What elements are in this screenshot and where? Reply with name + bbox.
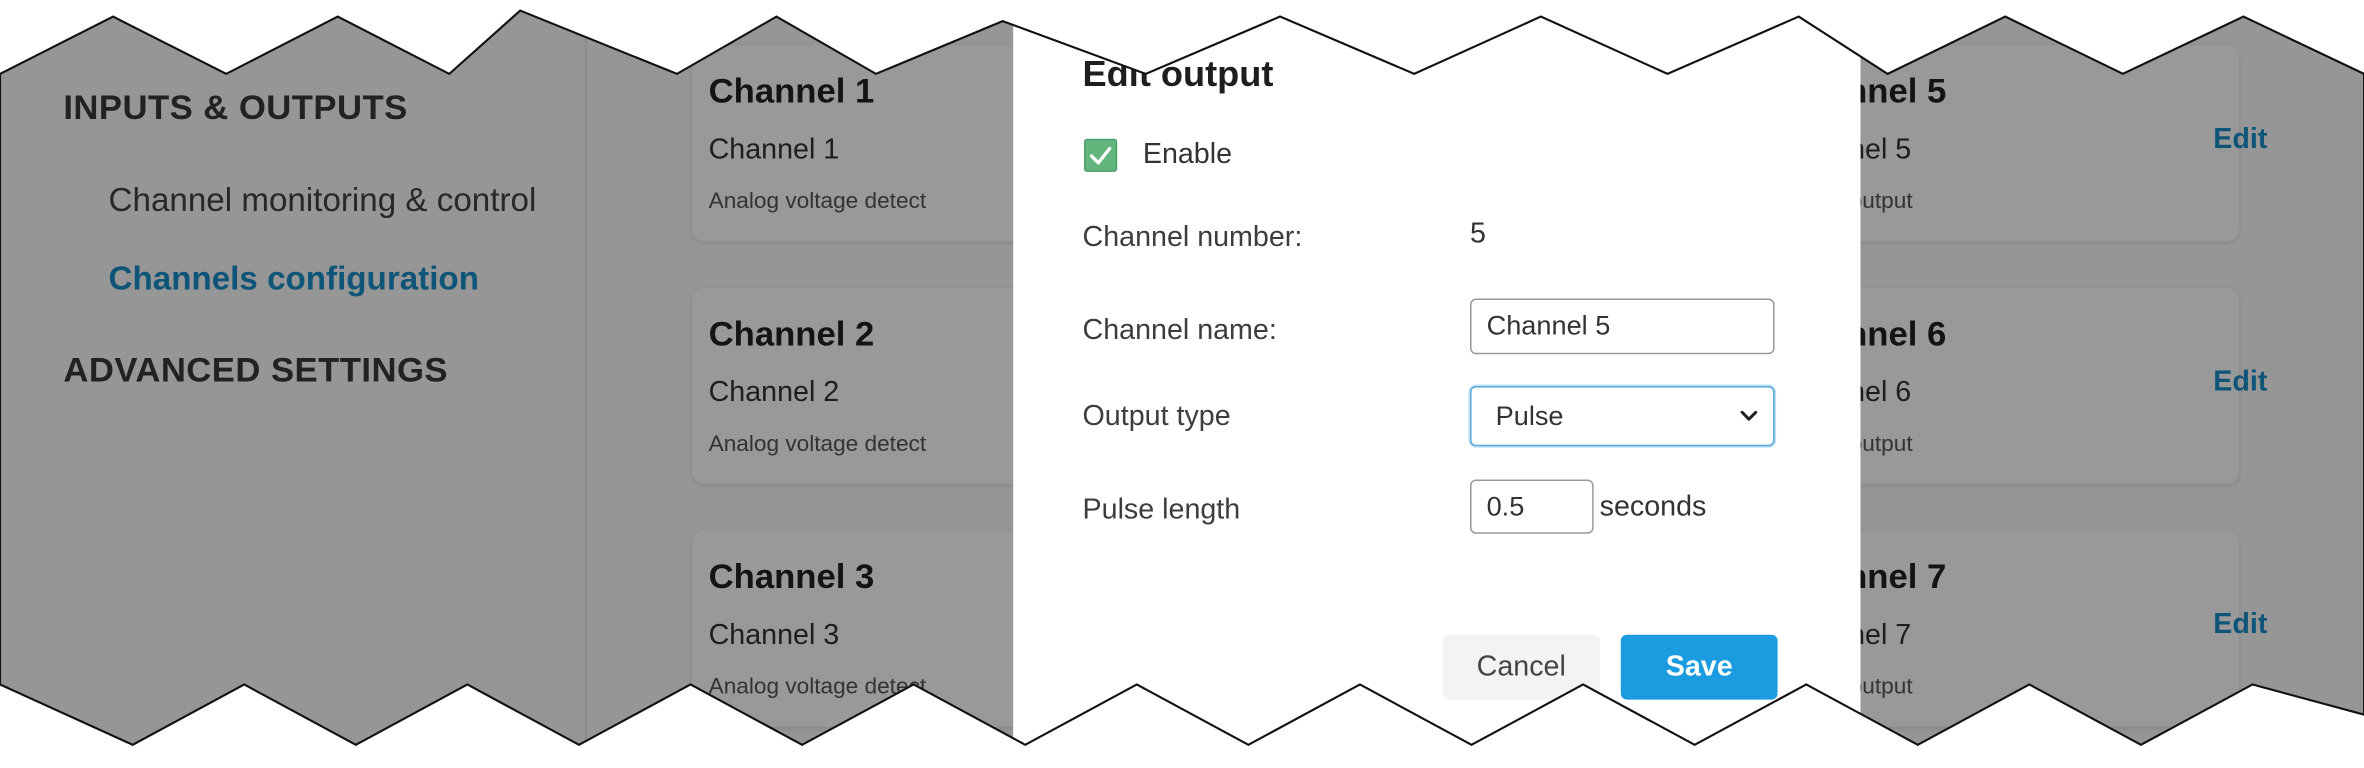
save-button[interactable]: Save xyxy=(1620,634,1778,700)
enable-checkbox[interactable] xyxy=(1084,138,1118,172)
dialog-title: Edit output xyxy=(1082,54,1274,95)
channel-number-value: 5 xyxy=(1470,218,1486,251)
cancel-button[interactable]: Cancel xyxy=(1442,634,1600,700)
output-type-select[interactable]: Pulse xyxy=(1470,385,1775,447)
pulse-length-label: Pulse length xyxy=(1082,494,1241,527)
pulse-length-unit: seconds xyxy=(1599,491,1707,524)
channel-number-label: Channel number: xyxy=(1082,221,1303,254)
screenshot-stage: INPUTS & OUTPUTS Channel monitoring & co… xyxy=(0,0,2364,767)
torn-page: INPUTS & OUTPUTS Channel monitoring & co… xyxy=(0,10,2364,745)
chevron-down-icon xyxy=(1740,410,1758,421)
edit-output-dialog: Edit output Enable Channel number: 5 Cha… xyxy=(1013,10,1861,745)
channel-name-label: Channel name: xyxy=(1082,315,1277,347)
enable-label[interactable]: Enable xyxy=(1143,139,1232,172)
pulse-length-input[interactable] xyxy=(1470,479,1594,534)
output-type-label: Output type xyxy=(1082,401,1231,433)
channel-name-input[interactable] xyxy=(1470,298,1775,355)
checkmark-icon xyxy=(1089,146,1112,165)
output-type-selected-value: Pulse xyxy=(1495,401,1564,432)
